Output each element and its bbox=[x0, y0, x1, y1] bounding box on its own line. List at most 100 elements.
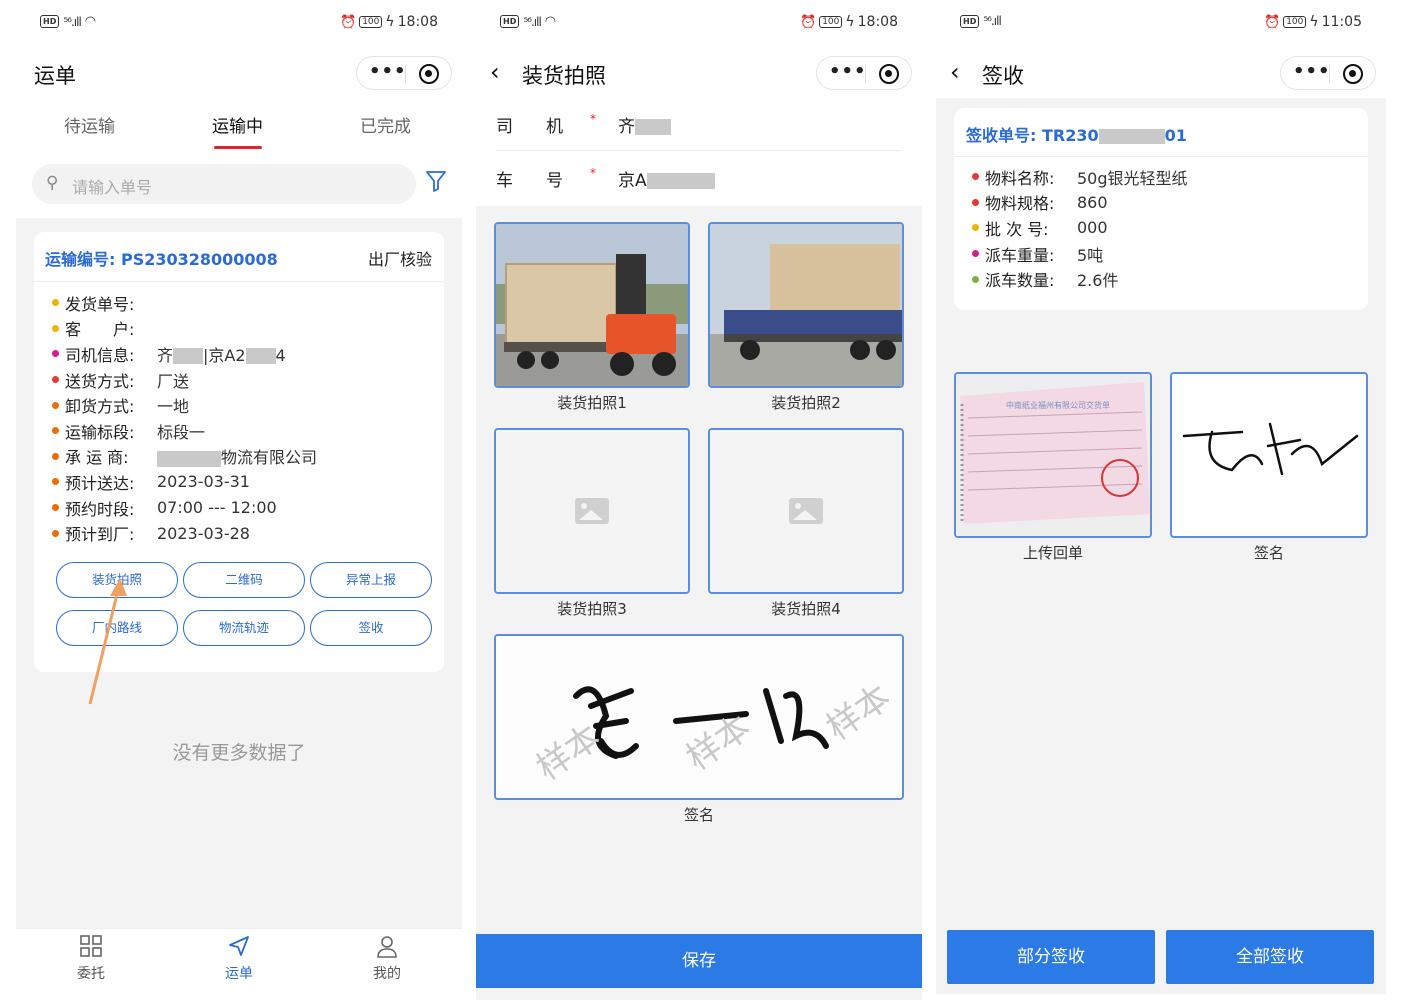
logistics-track-button[interactable]: 物流轨迹 bbox=[183, 610, 305, 646]
signature-label: 签名 bbox=[1253, 544, 1284, 562]
field-label: 预计到厂: bbox=[65, 525, 135, 545]
tabbar-item-delegate[interactable]: 委托 bbox=[46, 935, 136, 983]
status-time: 18:08 bbox=[397, 14, 438, 30]
capsule-divider bbox=[405, 65, 406, 83]
list-item: 物料名称: 50g银光轻型纸 bbox=[972, 164, 1188, 190]
mini-program-capsule: ••• bbox=[816, 56, 912, 90]
hd-icon: HD bbox=[960, 14, 980, 28]
tabbar-item-mine[interactable]: 我的 bbox=[342, 935, 432, 983]
bullet-dot bbox=[52, 504, 59, 512]
signature-pad[interactable]: 样本 样本 样本 bbox=[494, 634, 904, 800]
field-value: 07:00 --- 12:00 bbox=[157, 498, 277, 518]
charging-icon: ϟ bbox=[385, 14, 395, 30]
charging-icon: ϟ bbox=[1309, 14, 1319, 30]
nav-bar: ‹ 签收 ••• bbox=[936, 52, 1386, 96]
field-value: 标段一 bbox=[157, 422, 206, 442]
list-item: 卸货方式: 一地 bbox=[52, 392, 317, 418]
photo-slot-2[interactable] bbox=[708, 222, 904, 388]
photo-label-2: 装货拍照2 bbox=[771, 394, 841, 412]
bullet-dot bbox=[52, 376, 59, 384]
field-value: 860 bbox=[1077, 192, 1108, 212]
card-header: 运输编号: PS230328000008 出厂核验 bbox=[34, 232, 444, 282]
bullet-dot bbox=[972, 250, 979, 258]
more-icon[interactable]: ••• bbox=[1293, 61, 1331, 82]
qr-code-button[interactable]: 二维码 bbox=[183, 562, 305, 598]
tab-pending[interactable]: 待运输 bbox=[64, 112, 115, 137]
status-bar: HD ⁵⁶.ıll ⏰ 100 ϟ 11:05 bbox=[936, 14, 1386, 40]
bullet-dot bbox=[972, 173, 979, 181]
page-title: 装货拍照 bbox=[522, 64, 606, 88]
list-item: 运输标段: 标段一 bbox=[52, 418, 317, 444]
signature-label: 签名 bbox=[683, 806, 714, 824]
card-details: 发货单号: 客 户: 司机信息: 齐 |京A2 4 送货方式: 厂送 卸货方式: 一地 运… bbox=[52, 290, 317, 546]
truck-photo-1 bbox=[496, 224, 688, 386]
field-label: 预计送达: bbox=[65, 473, 135, 493]
tabbar-label: 委托 bbox=[77, 966, 105, 982]
more-icon[interactable]: ••• bbox=[369, 61, 407, 82]
partial-sign-button[interactable]: 部分签收 bbox=[947, 930, 1155, 984]
field-value: 一地 bbox=[157, 397, 190, 417]
receipt-doc-title: 中南纸业福州有限公司交货单 bbox=[1006, 400, 1110, 410]
receipt-photo: 中南纸业福州有限公司交货单 bbox=[956, 374, 1150, 536]
divider bbox=[954, 156, 1368, 157]
list-item: 派车数量: 2.6件 bbox=[972, 266, 1188, 292]
redacted-block bbox=[635, 119, 671, 135]
bullet-dot bbox=[52, 401, 59, 409]
filter-icon[interactable] bbox=[426, 170, 446, 198]
list-item: 发货单号: bbox=[52, 290, 317, 316]
field-value: 齐 |京A2 4 bbox=[157, 342, 286, 366]
report-exception-button[interactable]: 异常上报 bbox=[310, 562, 432, 598]
more-icon[interactable]: ••• bbox=[829, 61, 867, 82]
search-input[interactable]: ⚲ 请输入单号 bbox=[32, 164, 416, 204]
bullet-dot bbox=[52, 452, 59, 460]
driver-plate: |京A2 bbox=[203, 345, 246, 365]
close-target-icon[interactable] bbox=[879, 64, 899, 84]
bullet-dot bbox=[52, 427, 59, 435]
photo-slot-3[interactable] bbox=[494, 428, 690, 594]
battery-icon: 100 bbox=[359, 16, 383, 28]
redacted-block bbox=[157, 450, 221, 467]
capsule-divider bbox=[865, 65, 866, 83]
signal-icon: ⁵⁶.ıll bbox=[63, 14, 81, 29]
list-item: 客 户: bbox=[52, 316, 317, 342]
page-title: 运单 bbox=[34, 64, 76, 88]
field-label: 送货方式: bbox=[65, 371, 135, 391]
photo-slot-1[interactable] bbox=[494, 222, 690, 388]
list-item: 批 次 号: 000 bbox=[972, 215, 1188, 241]
close-target-icon[interactable] bbox=[1343, 64, 1363, 84]
material-details: 物料名称: 50g银光轻型纸 物料规格: 860 批 次 号: 000 派车重量: 5吨… bbox=[972, 164, 1188, 292]
plate-label: 车 号 bbox=[496, 171, 571, 191]
tabbar-item-waybill[interactable]: 运单 bbox=[194, 935, 284, 983]
user-icon bbox=[342, 935, 432, 963]
save-button[interactable]: 保存 bbox=[476, 934, 922, 988]
image-placeholder-icon bbox=[789, 498, 823, 524]
close-target-icon[interactable] bbox=[419, 64, 439, 84]
alarm-icon: ⏰ bbox=[1264, 14, 1281, 30]
sign-button[interactable]: 签收 bbox=[310, 610, 432, 646]
field-label: 运输标段: bbox=[65, 422, 135, 442]
back-icon[interactable]: ‹ bbox=[490, 58, 500, 86]
signature-slot[interactable] bbox=[1170, 372, 1368, 538]
required-marker: * bbox=[590, 112, 596, 126]
battery-icon: 100 bbox=[819, 16, 843, 28]
plate-field: 车 号 * 京A bbox=[496, 166, 715, 206]
send-icon bbox=[194, 935, 284, 963]
mini-program-capsule: ••• bbox=[356, 56, 452, 90]
capsule-divider bbox=[1329, 65, 1330, 83]
signal-icon: ⁵⁶.ıll bbox=[983, 14, 1001, 28]
full-sign-button[interactable]: 全部签收 bbox=[1166, 930, 1374, 984]
mini-program-capsule: ••• bbox=[1280, 56, 1376, 90]
receipt-number: 签收单号: TR230 01 bbox=[966, 126, 1187, 145]
receipt-upload-slot[interactable]: 中南纸业福州有限公司交货单 bbox=[954, 372, 1152, 538]
tab-completed[interactable]: 已完成 bbox=[360, 112, 411, 137]
photo-slot-4[interactable] bbox=[708, 428, 904, 594]
redacted-block bbox=[1098, 129, 1165, 144]
list-item: 预计到厂: 2023-03-28 bbox=[52, 520, 317, 546]
tab-in-transit[interactable]: 运输中 bbox=[212, 112, 263, 137]
field-label: 承 运 商: bbox=[65, 448, 129, 468]
photo-label-3: 装货拍照3 bbox=[557, 600, 627, 618]
handwritten-signature bbox=[1182, 422, 1359, 476]
back-icon[interactable]: ‹ bbox=[950, 58, 960, 86]
list-item: 承 运 商: 物流有限公司 bbox=[52, 444, 317, 470]
bullet-dot bbox=[972, 224, 979, 232]
